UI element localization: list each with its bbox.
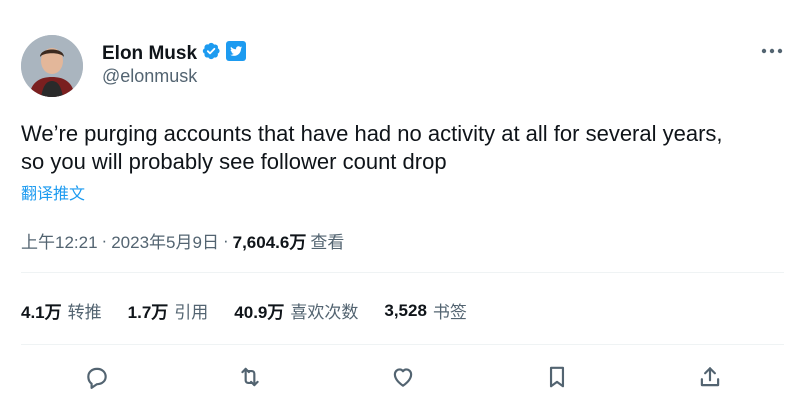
quotes-stat[interactable]: 1.7万 引用 (128, 298, 209, 323)
author-name-row: Elon Musk (102, 40, 247, 67)
tweet-meta: 上午12:21 · 2023年5月9日 · 7,604.6万 查看 (21, 228, 344, 253)
retweets-stat[interactable]: 4.1万 转推 (21, 298, 102, 323)
retweet-icon (241, 367, 259, 387)
views-count: 7,604.6万 (232, 233, 307, 252)
tweet-time[interactable]: 上午12:21 (21, 228, 98, 253)
share-icon (700, 367, 720, 387)
translate-tweet-link[interactable]: 翻译推文 (21, 180, 85, 204)
likes-stat[interactable]: 40.9万 喜欢次数 (234, 298, 358, 323)
avatar-image (21, 35, 83, 97)
bookmarks-stat[interactable]: 3,528 书签 (384, 298, 467, 323)
meta-separator: · (101, 230, 108, 250)
bookmark-icon (549, 366, 565, 388)
stat-label: 书签 (432, 303, 467, 322)
share-button[interactable] (693, 360, 727, 394)
stat-count: 4.1万 (21, 303, 62, 322)
stat-label: 引用 (174, 303, 209, 322)
stat-label: 转推 (67, 303, 102, 322)
tweet-text: We’re purging accounts that have had no … (21, 120, 781, 176)
verified-badge-icon (201, 41, 221, 66)
more-icon[interactable] (760, 40, 784, 62)
retweet-button[interactable] (233, 360, 267, 394)
author-name[interactable]: Elon Musk (102, 43, 197, 65)
tweet-text-line-1: We’re purging accounts that have had no … (21, 121, 723, 146)
stat-label: 喜欢次数 (290, 303, 359, 322)
author-handle[interactable]: @elonmusk (102, 66, 197, 87)
tweet-stats: 4.1万 转推 1.7万 引用 40.9万 喜欢次数 3,528 书签 (21, 298, 493, 323)
stat-count: 3,528 (384, 300, 427, 320)
tweet-date[interactable]: 2023年5月9日 (111, 228, 219, 253)
stat-count: 1.7万 (127, 303, 169, 322)
divider (21, 272, 784, 273)
bookmark-button[interactable] (540, 360, 574, 394)
views-label: 查看 (310, 233, 345, 252)
like-button[interactable] (386, 360, 420, 394)
reply-icon (87, 367, 107, 389)
tweet-text-line-2: so you will probably see follower count … (21, 149, 447, 174)
avatar[interactable] (21, 35, 83, 97)
reply-button[interactable] (80, 360, 114, 394)
action-bar (0, 360, 797, 394)
divider (21, 344, 784, 345)
stat-count: 40.9万 (234, 303, 285, 322)
twitter-bird-icon[interactable] (225, 40, 247, 67)
meta-separator: · (222, 230, 229, 250)
heart-icon (393, 368, 413, 387)
